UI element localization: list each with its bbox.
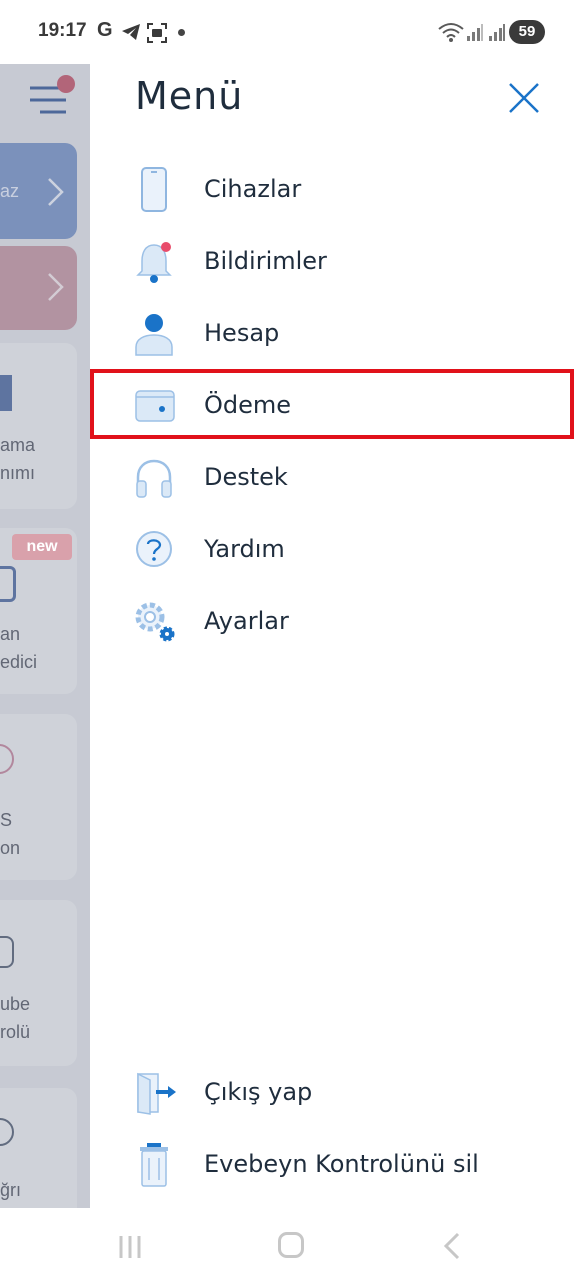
status-time: 19:17 xyxy=(38,20,87,41)
close-icon[interactable] xyxy=(504,78,544,118)
help-icon xyxy=(136,531,172,567)
screenshot-icon xyxy=(147,23,167,43)
menu-item-label: Çıkış yap xyxy=(204,1078,313,1106)
menu-item-label: Hesap xyxy=(204,319,280,347)
menu-item-label: Evebeyn Kontrolünü sil xyxy=(204,1150,479,1178)
battery-indicator: 59 xyxy=(509,20,545,44)
signal-icon-2 xyxy=(489,24,505,41)
highlight-box xyxy=(90,369,574,439)
logout-icon xyxy=(137,1072,176,1115)
headphones-icon xyxy=(136,459,172,498)
bell-icon xyxy=(136,242,172,283)
menu-drawer: Menü Cihazlar Bildirimler Hesap Ödeme De… xyxy=(90,48,576,1208)
menu-item-account[interactable]: Hesap xyxy=(90,297,576,369)
menu-item-label: Bildirimler xyxy=(204,247,327,275)
menu-item-label: Ayarlar xyxy=(204,607,289,635)
menu-item-support[interactable]: Destek xyxy=(90,441,576,513)
google-icon: G xyxy=(97,19,113,41)
recent-apps-icon[interactable] xyxy=(118,1234,144,1260)
menu-item-label: Yardım xyxy=(204,535,285,563)
notification-dot xyxy=(178,29,185,36)
menu-item-settings[interactable]: Ayarlar xyxy=(90,585,576,657)
system-nav-bar xyxy=(0,1208,576,1280)
menu-item-devices[interactable]: Cihazlar xyxy=(90,153,576,225)
phone-icon xyxy=(141,167,167,212)
menu-item-label: Cihazlar xyxy=(204,175,302,203)
background-scrim[interactable] xyxy=(0,48,90,1208)
wifi-icon xyxy=(438,23,464,42)
settings-icon xyxy=(135,602,175,642)
menu-item-remove-parental-control[interactable]: Evebeyn Kontrolünü sil xyxy=(90,1128,576,1200)
new-badge: new xyxy=(12,534,72,560)
status-bar: 19:17 G 59 xyxy=(0,0,576,64)
back-icon[interactable] xyxy=(440,1232,464,1260)
menu-item-help[interactable]: Yardım xyxy=(90,513,576,585)
trash-icon xyxy=(140,1143,168,1187)
menu-title: Menü xyxy=(135,74,244,118)
user-icon xyxy=(135,314,173,356)
signal-icon xyxy=(467,24,483,41)
menu-item-label: Destek xyxy=(204,463,288,491)
menu-item-notifications[interactable]: Bildirimler xyxy=(90,225,576,297)
home-icon[interactable] xyxy=(278,1232,304,1258)
telegram-icon xyxy=(122,24,140,40)
menu-item-logout[interactable]: Çıkış yap xyxy=(90,1056,576,1128)
